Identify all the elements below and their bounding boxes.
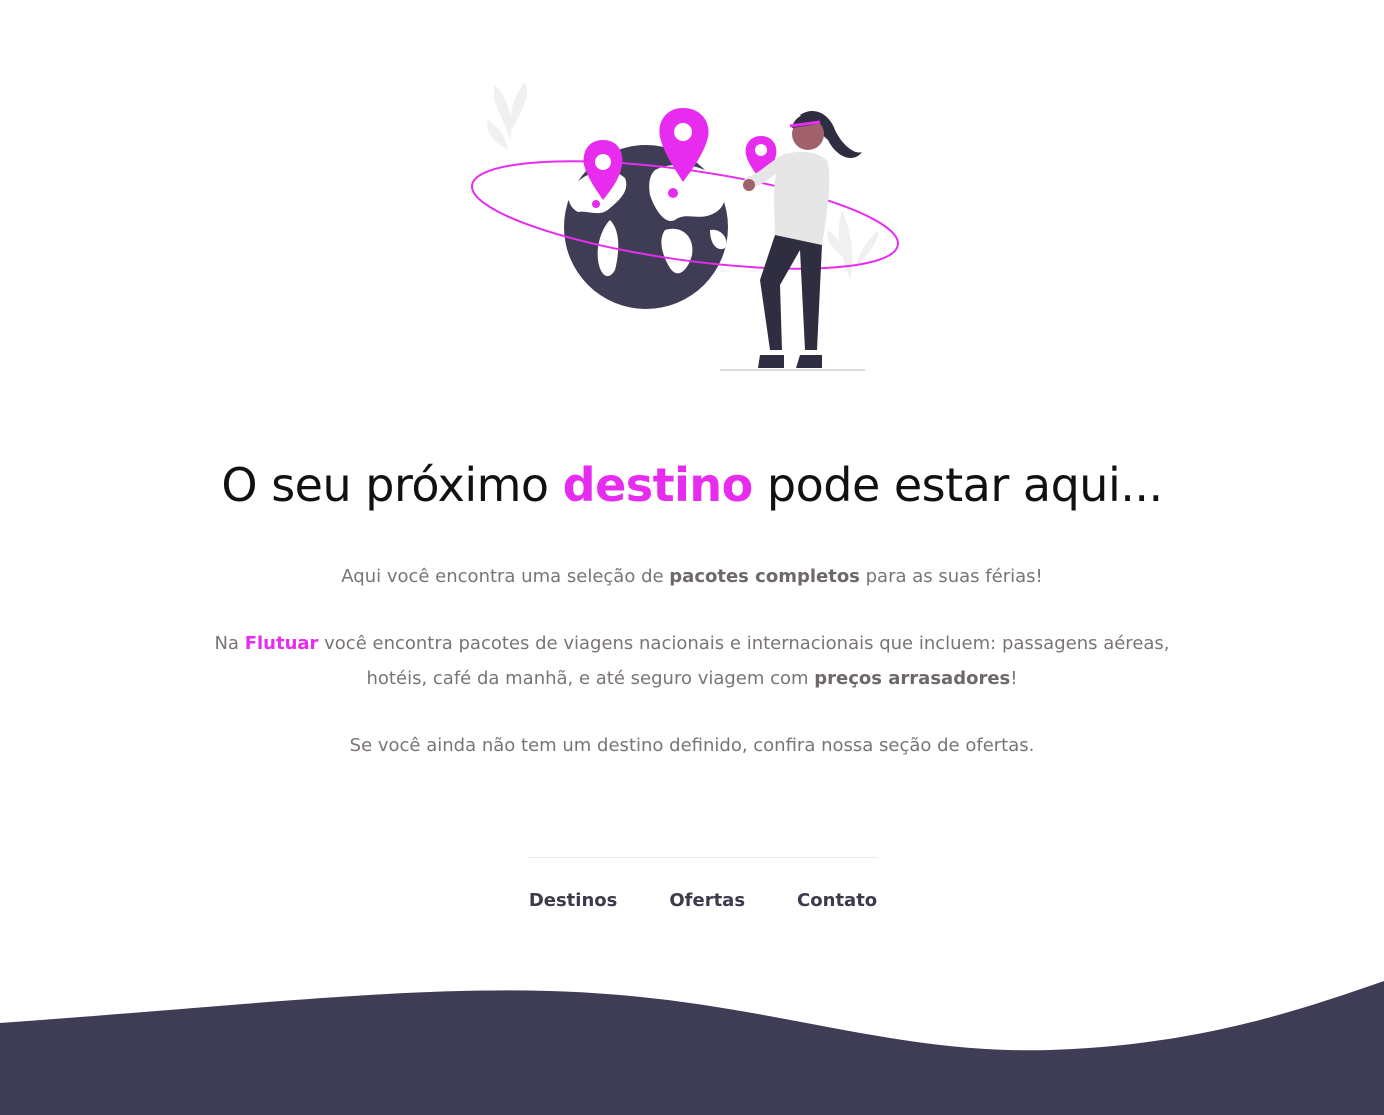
intro-text: Se você ainda não tem um destino definid… bbox=[349, 735, 1035, 756]
headline-accent: destino bbox=[562, 458, 754, 512]
page-title: O seu próximo destino pode estar aqui... bbox=[0, 450, 1384, 520]
intro-text: para as suas férias! bbox=[859, 566, 1043, 587]
intro-emphasis: pacotes completos bbox=[669, 566, 860, 587]
intro-text: ! bbox=[1010, 668, 1018, 689]
nav-link-contato[interactable]: Contato bbox=[797, 890, 877, 911]
intro-text: Aqui você encontra uma seleção de bbox=[341, 566, 670, 587]
travel-globe-illustration bbox=[471, 82, 899, 371]
headline-after: pode estar aqui... bbox=[752, 458, 1163, 512]
nav-link-ofertas[interactable]: Ofertas bbox=[669, 890, 745, 911]
footer-nav: Destinos Ofertas Contato bbox=[528, 890, 878, 911]
brand-name: Flutuar bbox=[244, 633, 319, 654]
intro-paragraph-2: Na Flutuar você encontra pacotes de viag… bbox=[200, 626, 1184, 696]
intro-text: você encontra pacotes de viagens naciona… bbox=[318, 633, 1170, 689]
section-divider bbox=[528, 857, 878, 858]
footer-wave bbox=[0, 981, 1384, 1115]
headline-before: O seu próximo bbox=[221, 458, 563, 512]
intro-text: Na bbox=[214, 633, 245, 654]
intro-paragraph-3: Se você ainda não tem um destino definid… bbox=[200, 728, 1184, 763]
intro-emphasis: preços arrasadores bbox=[814, 668, 1011, 689]
nav-link-destinos[interactable]: Destinos bbox=[529, 890, 618, 911]
landing-page: O seu próximo destino pode estar aqui...… bbox=[0, 0, 1384, 1115]
intro-paragraph-1: Aqui você encontra uma seleção de pacote… bbox=[200, 559, 1184, 594]
